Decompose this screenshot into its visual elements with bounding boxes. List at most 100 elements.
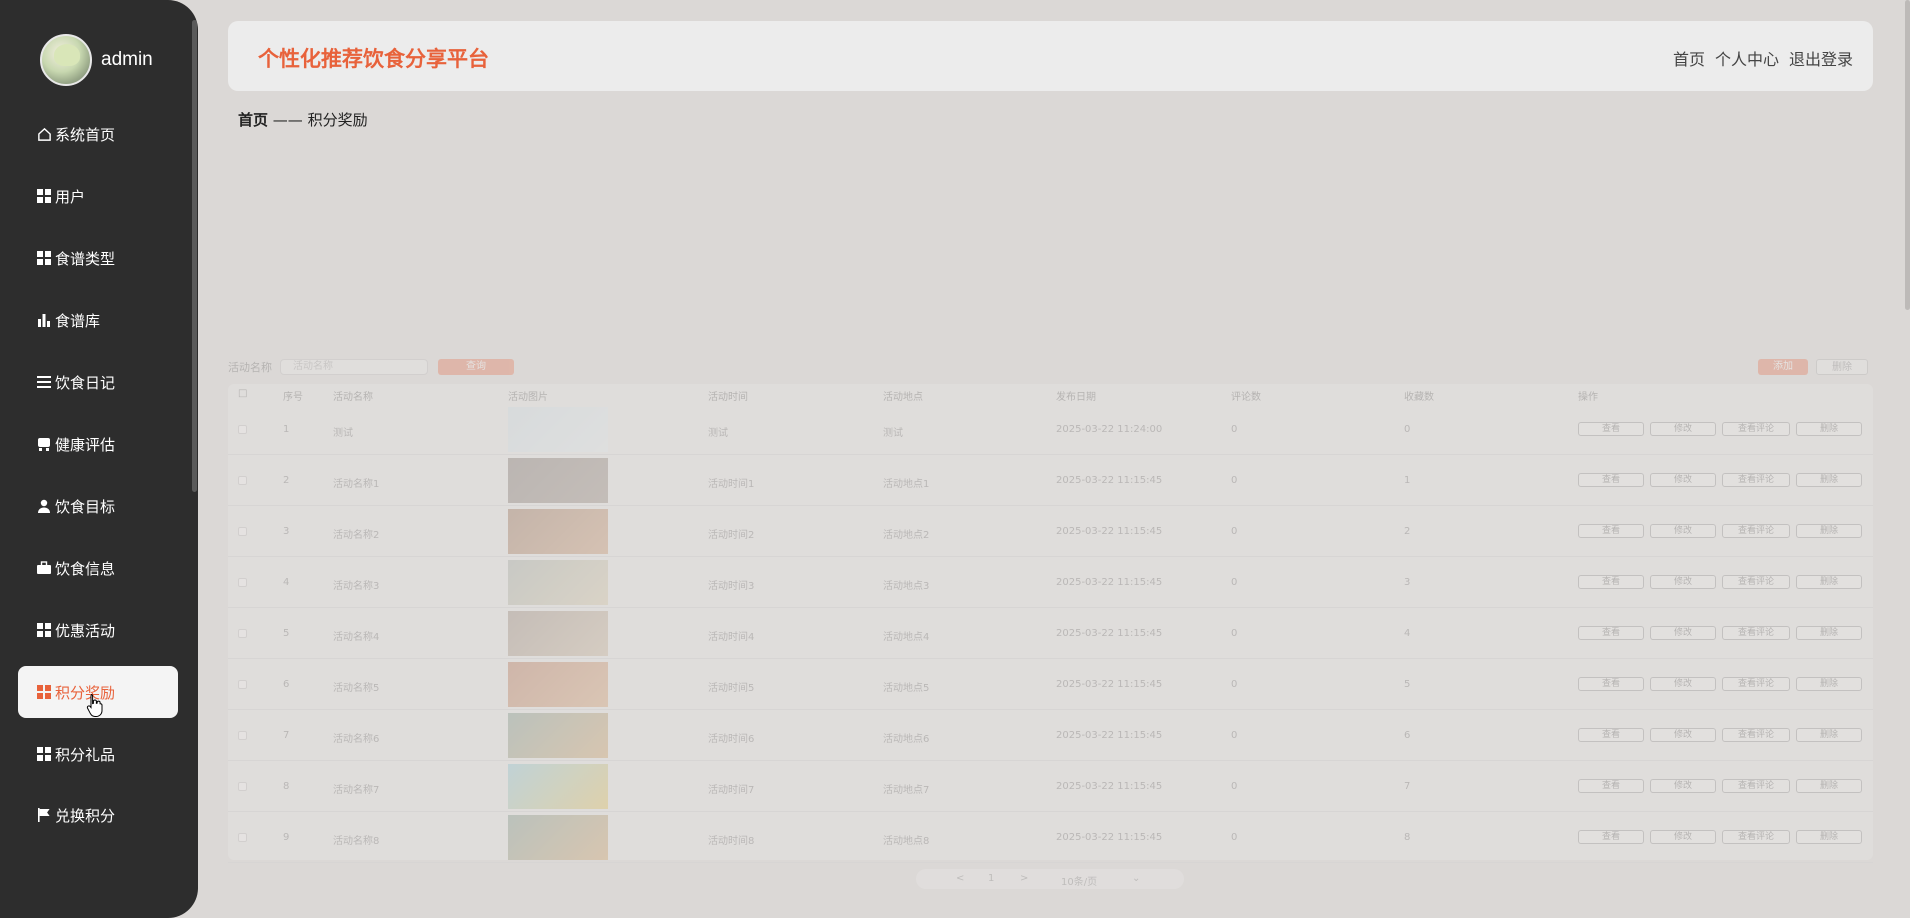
view-comments-button[interactable]: 查看评论	[1722, 779, 1790, 793]
sidebar-item[interactable]: 优惠活动	[18, 604, 178, 656]
view-button[interactable]: 查看	[1578, 830, 1644, 844]
table-row: 9 活动名称8 活动时间8 活动地点8 2025-03-22 11:15:45 0 8 查看修…	[228, 812, 1873, 863]
view-button[interactable]: 查看	[1578, 728, 1644, 742]
edit-button[interactable]: 修改	[1650, 779, 1716, 793]
search-input[interactable]: 活动名称	[280, 359, 428, 375]
sidebar-item[interactable]: 积分礼品	[18, 728, 178, 780]
grid-icon	[36, 622, 52, 638]
column-header[interactable]: 活动名称	[333, 388, 373, 403]
nav-logout-link[interactable]: 退出登录	[1789, 46, 1853, 70]
cell-no: 5	[283, 628, 290, 639]
top-header: 个性化推荐饮食分享平台 首页 个人中心 退出登录	[228, 21, 1873, 91]
view-button[interactable]: 查看	[1578, 473, 1644, 487]
column-header[interactable]: 活动地点	[883, 388, 923, 403]
sidebar-item[interactable]: 健康评估	[18, 418, 178, 470]
delete-row-button[interactable]: 删除	[1796, 677, 1862, 691]
column-header[interactable]: 收藏数	[1404, 388, 1434, 403]
edit-button[interactable]: 修改	[1650, 473, 1716, 487]
cell-date: 2025-03-22 11:15:45	[1056, 781, 1163, 792]
sidebar-item[interactable]: 食谱类型	[18, 232, 178, 284]
delete-row-button[interactable]: 删除	[1796, 473, 1862, 487]
view-button[interactable]: 查看	[1578, 626, 1644, 640]
flag-icon	[36, 807, 52, 823]
view-comments-button[interactable]: 查看评论	[1722, 575, 1790, 589]
activity-image	[508, 815, 608, 860]
chevron-down-icon[interactable]: ⌄	[1132, 873, 1140, 884]
cell-comments: 0	[1231, 679, 1238, 690]
row-checkbox[interactable]	[238, 578, 247, 587]
sidebar-item[interactable]: 食谱库	[18, 294, 178, 346]
delete-row-button[interactable]: 删除	[1796, 524, 1862, 538]
cell-name: 活动名称2	[333, 530, 380, 541]
row-checkbox[interactable]	[238, 782, 247, 791]
search-button[interactable]: 查询	[438, 359, 514, 375]
view-button[interactable]: 查看	[1578, 575, 1644, 589]
breadcrumb-home[interactable]: 首页	[238, 111, 268, 129]
data-table: □ 序号 活动名称 活动图片 活动时间 活动地点 发布日期 评论数 收藏数 操作…	[228, 384, 1873, 863]
cell-no: 7	[283, 730, 290, 741]
sidebar-item[interactable]: 饮食日记	[18, 356, 178, 408]
table-row: 2 活动名称1 活动时间1 活动地点1 2025-03-22 11:15:45 0 1 查看修…	[228, 455, 1873, 506]
view-button[interactable]: 查看	[1578, 677, 1644, 691]
view-comments-button[interactable]: 查看评论	[1722, 728, 1790, 742]
edit-button[interactable]: 修改	[1650, 677, 1716, 691]
top-links: 首页 个人中心 退出登录	[1673, 46, 1853, 70]
sidebar-item-label: 积分礼品	[55, 745, 116, 764]
nav-profile-link[interactable]: 个人中心	[1715, 46, 1779, 70]
cell-date: 2025-03-22 11:24:00	[1056, 424, 1163, 435]
row-checkbox[interactable]	[238, 680, 247, 689]
edit-button[interactable]: 修改	[1650, 626, 1716, 640]
view-comments-button[interactable]: 查看评论	[1722, 677, 1790, 691]
avatar	[40, 34, 92, 86]
view-button[interactable]: 查看	[1578, 779, 1644, 793]
row-checkbox[interactable]	[238, 527, 247, 536]
cell-comments: 0	[1231, 832, 1238, 843]
view-comments-button[interactable]: 查看评论	[1722, 422, 1790, 436]
sidebar-item[interactable]: 系统首页	[18, 108, 178, 160]
table-row: 3 活动名称2 活动时间2 活动地点2 2025-03-22 11:15:45 0 2 查看修…	[228, 506, 1873, 557]
next-page-button[interactable]: >	[1020, 873, 1028, 884]
edit-button[interactable]: 修改	[1650, 422, 1716, 436]
view-comments-button[interactable]: 查看评论	[1722, 473, 1790, 487]
view-comments-button[interactable]: 查看评论	[1722, 524, 1790, 538]
page-scrollbar[interactable]	[1905, 0, 1910, 310]
column-header[interactable]: 发布日期	[1056, 388, 1096, 403]
add-button[interactable]: 添加	[1758, 359, 1808, 375]
delete-row-button[interactable]: 删除	[1796, 422, 1862, 436]
prev-page-button[interactable]: <	[956, 873, 964, 884]
delete-button[interactable]: 删除	[1816, 359, 1868, 375]
delete-row-button[interactable]: 删除	[1796, 626, 1862, 640]
edit-button[interactable]: 修改	[1650, 575, 1716, 589]
view-comments-button[interactable]: 查看评论	[1722, 626, 1790, 640]
row-checkbox[interactable]	[238, 731, 247, 740]
header-checkbox[interactable]: □	[238, 388, 247, 399]
sidebar-scrollbar[interactable]	[192, 20, 197, 492]
page-size-select[interactable]: 10条/页	[1061, 873, 1097, 888]
view-button[interactable]: 查看	[1578, 524, 1644, 538]
delete-row-button[interactable]: 删除	[1796, 779, 1862, 793]
sidebar-item[interactable]: 饮食目标	[18, 480, 178, 532]
delete-row-button[interactable]: 删除	[1796, 728, 1862, 742]
edit-button[interactable]: 修改	[1650, 524, 1716, 538]
cell-date: 2025-03-22 11:15:45	[1056, 832, 1163, 843]
table-row: 5 活动名称4 活动时间4 活动地点4 2025-03-22 11:15:45 0 4 查看修…	[228, 608, 1873, 659]
view-button[interactable]: 查看	[1578, 422, 1644, 436]
column-header[interactable]: 评论数	[1231, 388, 1261, 403]
view-comments-button[interactable]: 查看评论	[1722, 830, 1790, 844]
delete-row-button[interactable]: 删除	[1796, 575, 1862, 589]
column-header[interactable]: 活动时间	[708, 388, 748, 403]
page-number[interactable]: 1	[988, 873, 994, 884]
row-checkbox[interactable]	[238, 476, 247, 485]
sidebar-item[interactable]: 用户	[18, 170, 178, 222]
cell-no: 4	[283, 577, 290, 588]
edit-button[interactable]: 修改	[1650, 728, 1716, 742]
row-checkbox[interactable]	[238, 833, 247, 842]
sidebar-item[interactable]: 饮食信息	[18, 542, 178, 594]
edit-button[interactable]: 修改	[1650, 830, 1716, 844]
table-row: 8 活动名称7 活动时间7 活动地点7 2025-03-22 11:15:45 0 7 查看修…	[228, 761, 1873, 812]
delete-row-button[interactable]: 删除	[1796, 830, 1862, 844]
nav-home-link[interactable]: 首页	[1673, 46, 1705, 70]
row-checkbox[interactable]	[238, 629, 247, 638]
row-checkbox[interactable]	[238, 425, 247, 434]
sidebar-item[interactable]: 兑换积分	[18, 789, 178, 841]
